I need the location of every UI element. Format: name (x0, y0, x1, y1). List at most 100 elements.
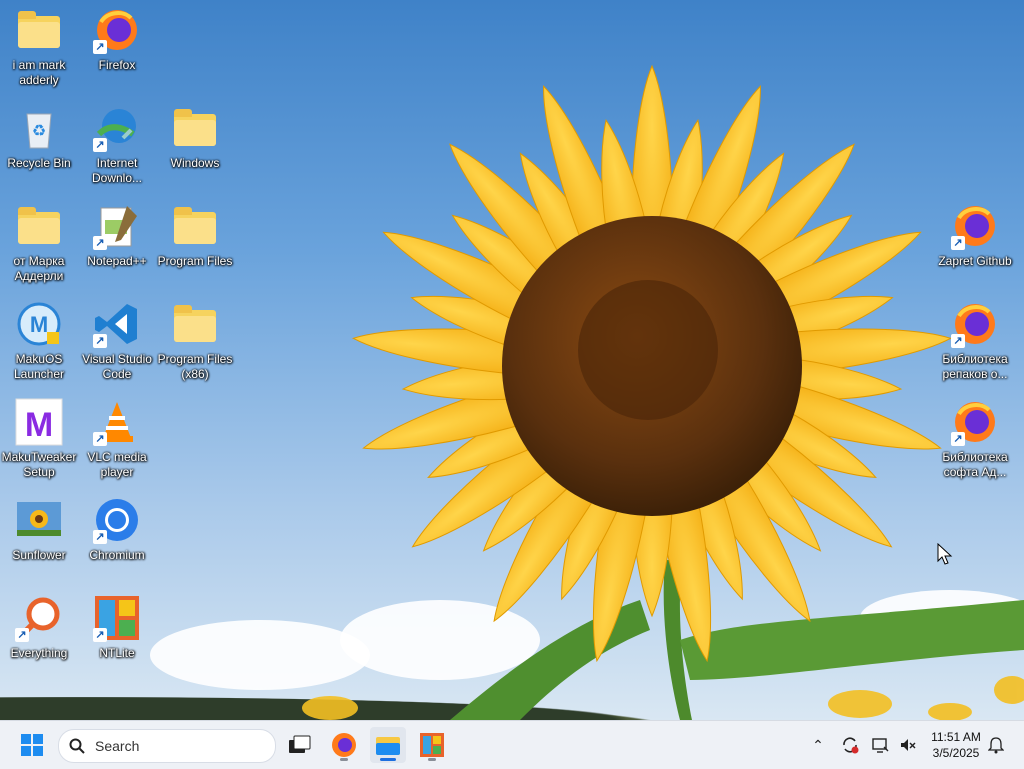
desktop-icon[interactable]: Program Files (x86) (156, 294, 234, 390)
firefox-icon: ↗ (951, 398, 999, 446)
desktop-icon[interactable]: ↗ Visual Studio Code (78, 294, 156, 390)
folder-icon (15, 202, 63, 250)
desktop-icon[interactable]: M MakuTweaker Setup (0, 392, 78, 488)
internet-download-manager-icon: ↗ (93, 104, 141, 152)
shortcut-arrow-icon: ↗ (15, 628, 29, 642)
clock-date: 3/5/2025 (932, 746, 980, 760)
shortcut-arrow-icon: ↗ (93, 334, 107, 348)
desktop-icon-label: Библиотека софта Ад... (942, 450, 1008, 479)
shortcut-arrow-icon: ↗ (951, 334, 965, 348)
bell-icon (988, 737, 1004, 754)
vscode-icon: ↗ (93, 300, 141, 348)
desktop-icon-label: i am mark adderly (12, 58, 66, 87)
desktop-icon[interactable]: ↗ Notepad++ (78, 196, 156, 292)
image-file-icon (15, 496, 63, 544)
makuos-launcher-icon: M (15, 300, 63, 348)
chevron-up-icon: ⌃ (812, 736, 824, 753)
desktop-icon-label: Chromium (89, 548, 145, 562)
firefox-icon: ↗ (93, 6, 141, 54)
desktop-icon-label: Visual Studio Code (82, 352, 152, 381)
clock-time: 11:51 AM (931, 730, 981, 744)
desktop-icon[interactable]: ↗ Internet Downlo... (78, 98, 156, 194)
shortcut-arrow-icon: ↗ (93, 628, 107, 642)
windows-logo-icon (21, 734, 43, 756)
task-view-button[interactable] (282, 727, 318, 763)
shortcut-arrow-icon: ↗ (951, 432, 965, 446)
desktop-icon-label: Notepad++ (87, 254, 147, 268)
taskbar-firefox-button[interactable] (326, 727, 362, 763)
desktop-icon-label: MakuTweaker Setup (1, 450, 77, 479)
running-indicator (340, 758, 348, 761)
notepad-plus-plus-icon: ↗ (93, 202, 141, 250)
desktop-icon-label: от Марка Аддерли (13, 254, 65, 283)
desktop-icon[interactable]: ↗ Everything (0, 588, 78, 684)
running-indicator (428, 758, 436, 761)
desktop-icon[interactable]: Windows (156, 98, 234, 194)
desktop-icon[interactable]: ↗ Библиотека репаков о... (936, 294, 1014, 390)
desktop-icon-label: Sunflower (12, 548, 66, 562)
svg-text:M: M (30, 312, 48, 337)
folder-icon (171, 300, 219, 348)
desktop-icon-label: Библиотека репаков о... (942, 352, 1008, 381)
sync-alert-icon (843, 737, 859, 754)
firefox-icon: ↗ (951, 300, 999, 348)
desktop-icon[interactable]: ↗ NTLite (78, 588, 156, 684)
firefox-icon: ↗ (951, 202, 999, 250)
taskbar-file-explorer-button[interactable] (370, 727, 406, 763)
shortcut-arrow-icon: ↗ (93, 530, 107, 544)
ntlite-icon: ↗ (93, 594, 141, 642)
update-status-button[interactable] (840, 735, 860, 755)
folder-icon (171, 202, 219, 250)
taskbar: Search ⌃ 11:51 AM 3/5/2025 (0, 720, 1024, 769)
shortcut-arrow-icon: ↗ (93, 40, 107, 54)
folder-icon (171, 104, 219, 152)
desktop-icon[interactable]: ♻ Recycle Bin (0, 98, 78, 194)
desktop-icon[interactable]: от Марка Аддерли (0, 196, 78, 292)
desktop-icon-label: VLC media player (87, 450, 147, 479)
desktop-icon-label: Internet Downlo... (91, 156, 143, 185)
start-button[interactable] (14, 727, 50, 763)
system-clock[interactable]: 11:51 AM 3/5/2025 (926, 729, 986, 761)
network-button[interactable] (870, 735, 890, 755)
desktop-icon[interactable]: ↗ Zapret Github (936, 196, 1014, 292)
task-view-icon (289, 735, 311, 753)
mouse-cursor (937, 543, 953, 565)
vlc-icon: ↗ (93, 398, 141, 446)
shortcut-arrow-icon: ↗ (951, 236, 965, 250)
firefox-icon (332, 733, 356, 757)
recycle-bin-icon: ♻ (15, 104, 63, 152)
desktop-icon-label: Firefox (98, 58, 136, 72)
desktop-icon[interactable]: ↗ Библиотека софта Ад... (936, 392, 1014, 488)
taskbar-search-box[interactable]: Search (58, 729, 276, 763)
desktop-icon-label: Windows (170, 156, 220, 170)
desktop-icon-label: Zapret Github (938, 254, 1012, 268)
desktop-icon-label: MakuOS Launcher (13, 352, 65, 381)
desktop-icon[interactable]: i am mark adderly (0, 0, 78, 96)
desktop-icon[interactable]: Program Files (156, 196, 234, 292)
search-placeholder: Search (95, 738, 140, 754)
everything-search-icon: ↗ (15, 594, 63, 642)
desktop-icon[interactable]: Sunflower (0, 490, 78, 586)
taskbar-ntlite-button[interactable] (414, 727, 450, 763)
desktop-icon-label: Program Files (x86) (157, 352, 233, 381)
desktop-icon-label: Recycle Bin (7, 156, 71, 170)
ntlite-icon (420, 733, 444, 757)
volume-muted-icon (901, 739, 916, 751)
desktop-icon-label: Everything (10, 646, 68, 660)
desktop-icon[interactable]: M MakuOS Launcher (0, 294, 78, 390)
chromium-icon: ↗ (93, 496, 141, 544)
search-icon (69, 738, 85, 754)
desktop-icon-label: NTLite (99, 646, 135, 660)
active-indicator (380, 758, 396, 761)
folder-icon (15, 6, 63, 54)
notifications-button[interactable] (986, 735, 1006, 755)
desktop-icon[interactable]: ↗ Chromium (78, 490, 156, 586)
network-disconnected-icon (872, 738, 889, 753)
volume-button[interactable] (898, 735, 918, 755)
shortcut-arrow-icon: ↗ (93, 432, 107, 446)
desktop-icon[interactable]: ↗ VLC media player (78, 392, 156, 488)
desktop-icon[interactable]: ↗ Firefox (78, 0, 156, 96)
svg-text:♻: ♻ (32, 123, 46, 140)
show-hidden-icons-button[interactable]: ⌃ (808, 735, 828, 755)
file-explorer-icon (376, 737, 400, 755)
